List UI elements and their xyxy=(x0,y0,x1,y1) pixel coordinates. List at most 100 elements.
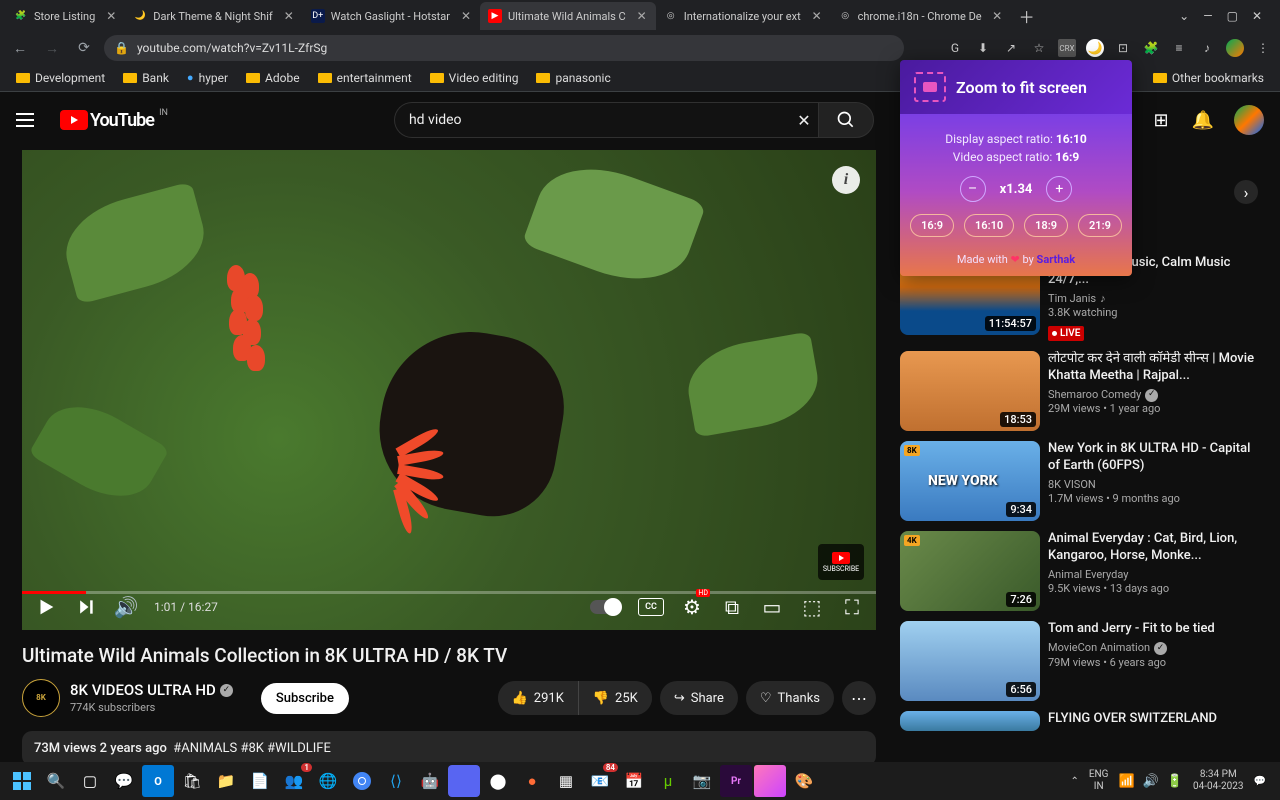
bookmark-folder[interactable]: entertainment xyxy=(312,69,418,87)
recommendation-item[interactable]: 4K7:26 Animal Everyday : Cat, Bird, Lion… xyxy=(900,531,1258,611)
profile-avatar-icon[interactable] xyxy=(1226,39,1244,57)
chevron-right-icon[interactable]: › xyxy=(1234,180,1258,204)
menu-button[interactable] xyxy=(16,108,40,132)
close-window-icon[interactable]: ✕ xyxy=(1252,9,1262,23)
ratio-preset[interactable]: 16:10 xyxy=(964,214,1014,237)
browser-tab[interactable]: 🧩Store Listing✕ xyxy=(6,2,125,30)
captions-button[interactable]: CC xyxy=(638,598,664,616)
bookmark-folder[interactable]: Bank xyxy=(117,69,175,87)
paint-icon[interactable]: 🎨 xyxy=(788,765,820,797)
menu-icon[interactable]: ⋮ xyxy=(1254,39,1272,57)
dropdown-icon[interactable]: ⌄ xyxy=(1179,9,1189,23)
create-icon[interactable]: ⊞ xyxy=(1150,109,1172,131)
calendar-icon[interactable]: 📅 xyxy=(618,765,650,797)
install-icon[interactable]: ⬇ xyxy=(974,39,992,57)
description-box[interactable]: 73M views 2 years ago #ANIMALS #8K #WILD… xyxy=(22,731,876,766)
tray-expand-icon[interactable]: ⌃ xyxy=(1070,776,1078,787)
youtube-logo[interactable]: YouTube IN xyxy=(60,110,154,131)
premiere-icon[interactable]: Pr xyxy=(720,765,752,797)
minimize-icon[interactable]: — xyxy=(1203,9,1212,23)
other-bookmarks[interactable]: Other bookmarks xyxy=(1147,69,1270,87)
new-tab-button[interactable]: ＋ xyxy=(1015,4,1039,28)
teams-icon[interactable]: 💬 xyxy=(108,765,140,797)
wifi-icon[interactable]: 📶 xyxy=(1118,774,1134,789)
reload-button[interactable]: ⟳ xyxy=(72,36,96,60)
subscribe-watermark[interactable]: SUBSCRIBE xyxy=(818,544,864,580)
channel-avatar[interactable]: 8K xyxy=(22,679,60,717)
more-actions-button[interactable]: ⋯ xyxy=(842,681,876,715)
task-view-icon[interactable]: ▢ xyxy=(74,765,106,797)
notifications-icon[interactable]: 🔔 xyxy=(1192,109,1214,131)
theater-button[interactable]: ▭ xyxy=(760,595,784,619)
recommendation-item[interactable]: FLYING OVER SWITZERLAND xyxy=(900,711,1258,731)
autoplay-toggle[interactable] xyxy=(590,600,622,614)
app-icon[interactable]: ▦ xyxy=(550,765,582,797)
settings-button[interactable]: ⚙HD xyxy=(680,595,704,619)
ratio-preset[interactable]: 21:9 xyxy=(1078,214,1122,237)
like-button[interactable]: 👍 291K xyxy=(498,681,579,715)
bookmark-star-icon[interactable]: ☆ xyxy=(1030,39,1048,57)
search-taskbar-icon[interactable]: 🔍 xyxy=(40,765,72,797)
ratio-preset[interactable]: 16:9 xyxy=(910,214,954,237)
volume-button[interactable]: 🔊 xyxy=(114,595,138,619)
postman-icon[interactable]: ● xyxy=(516,765,548,797)
thanks-button[interactable]: ♡ Thanks xyxy=(746,681,834,715)
zoom-ext-icon[interactable]: ⊡ xyxy=(1114,39,1132,57)
recommendation-item[interactable]: 6:56 Tom and Jerry - Fit to be tiedMovie… xyxy=(900,621,1258,701)
camera-icon[interactable]: 📷 xyxy=(686,765,718,797)
search-input[interactable] xyxy=(394,102,790,138)
zoom-out-button[interactable]: – xyxy=(960,176,986,202)
close-icon[interactable]: ✕ xyxy=(283,10,295,22)
browser-tab[interactable]: ◎chrome.i18n - Chrome De✕ xyxy=(831,2,1011,30)
start-button[interactable] xyxy=(6,765,38,797)
reading-list-icon[interactable]: ≡ xyxy=(1170,39,1188,57)
app-icon[interactable] xyxy=(754,765,786,797)
close-icon[interactable]: ✕ xyxy=(992,10,1003,22)
video-player[interactable]: i SUBSCRIBE 🔊 1:01 / 16:27 CC ⚙HD ⧉ ▭ ⬚ … xyxy=(22,150,876,630)
puzzle-icon[interactable]: 🧩 xyxy=(1142,39,1160,57)
author-link[interactable]: Sarthak xyxy=(1037,253,1076,266)
browser-tab[interactable]: D+Watch Gaslight - Hotstar✕ xyxy=(303,2,480,30)
dislike-button[interactable]: 👎 25K xyxy=(579,681,652,715)
bookmark-item[interactable]: ●hyper xyxy=(181,69,234,87)
recommendation-item[interactable]: 8KNEW YORK9:34 New York in 8K ULTRA HD -… xyxy=(900,441,1258,521)
language-indicator[interactable]: ENGIN xyxy=(1089,769,1109,793)
bookmark-folder[interactable]: Video editing xyxy=(424,69,525,87)
chrome-icon[interactable] xyxy=(346,765,378,797)
channel-name[interactable]: 8K VIDEOS ULTRA HD✓ xyxy=(70,681,233,701)
clock[interactable]: 8:34 PM04-04-2023 xyxy=(1193,769,1244,793)
bookmark-folder[interactable]: panasonic xyxy=(530,69,616,87)
browser-tab[interactable]: ◎Internationalize your ext✕ xyxy=(656,2,831,30)
notifications-tray-icon[interactable]: 💬 xyxy=(1254,776,1266,787)
user-avatar[interactable] xyxy=(1234,105,1264,135)
back-button[interactable]: ← xyxy=(8,36,32,60)
browser-tab[interactable]: 🌙Dark Theme & Night Shif✕ xyxy=(125,2,302,30)
app-icon[interactable] xyxy=(448,765,480,797)
recommendation-item[interactable]: 18:53 लोटपोट कर देने वाली कॉमेडी सीन्स |… xyxy=(900,351,1258,431)
edge-icon[interactable]: 🌐 xyxy=(312,765,344,797)
bookmark-folder[interactable]: Adobe xyxy=(240,69,306,87)
close-icon[interactable]: ✕ xyxy=(105,10,117,22)
notepad-icon[interactable]: 📄 xyxy=(244,765,276,797)
next-button[interactable] xyxy=(74,595,98,619)
bookmark-folder[interactable]: Development xyxy=(10,69,111,87)
torrent-icon[interactable]: µ xyxy=(652,765,684,797)
forward-button[interactable]: → xyxy=(40,36,64,60)
outlook-icon[interactable]: O xyxy=(142,765,174,797)
browser-tab-active[interactable]: ▶Ultimate Wild Animals C✕ xyxy=(480,2,656,30)
close-icon[interactable]: ✕ xyxy=(460,10,472,22)
play-button[interactable] xyxy=(34,595,58,619)
mail-icon[interactable]: 📧84 xyxy=(584,765,616,797)
media-icon[interactable]: ♪ xyxy=(1198,39,1216,57)
crx-icon[interactable]: CRX xyxy=(1058,39,1076,57)
moon-ext-icon[interactable]: 🌙 xyxy=(1086,39,1104,57)
close-icon[interactable]: ✕ xyxy=(811,10,823,22)
volume-icon[interactable]: 🔊 xyxy=(1143,774,1159,789)
share-button[interactable]: ↪ Share xyxy=(660,681,738,715)
search-button[interactable] xyxy=(818,102,874,138)
explorer-icon[interactable]: 📁 xyxy=(210,765,242,797)
miniplayer-button[interactable]: ⧉ xyxy=(720,595,744,619)
battery-icon[interactable]: 🔋 xyxy=(1167,774,1183,789)
vscode-icon[interactable]: ⟨⟩ xyxy=(380,765,412,797)
github-icon[interactable]: ⬤ xyxy=(482,765,514,797)
